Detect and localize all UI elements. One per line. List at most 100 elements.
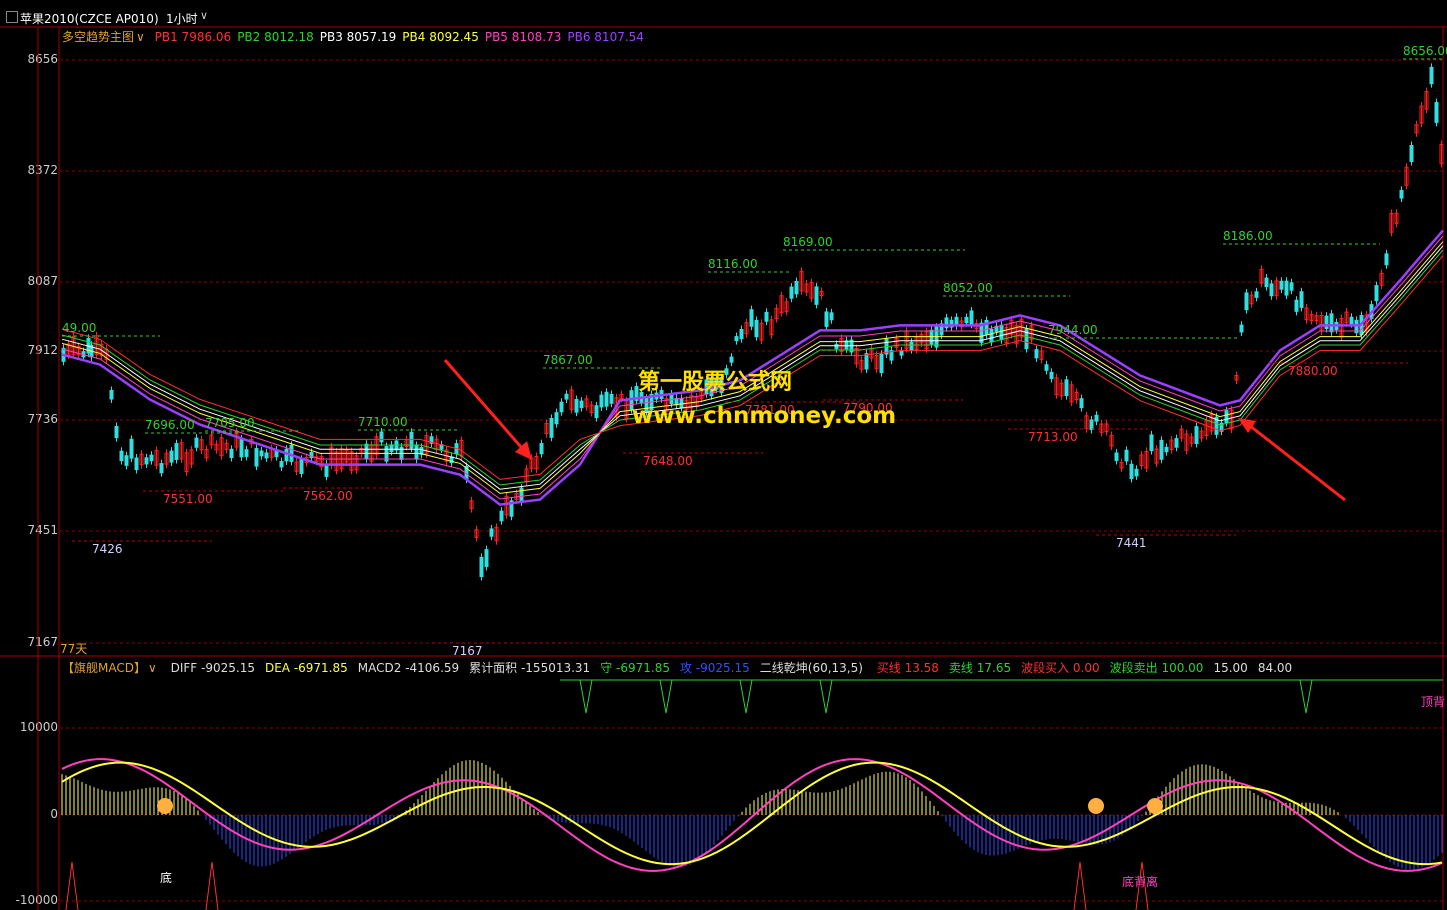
candle-body xyxy=(1244,292,1249,311)
high-price-label: 49.00 xyxy=(62,321,96,335)
candle-body xyxy=(794,280,799,295)
high-price-label: 8656.00 xyxy=(1403,44,1447,58)
divergence-annotation: 底背离 xyxy=(1122,874,1158,889)
candle-body xyxy=(134,457,139,471)
candle-body xyxy=(864,353,869,370)
candle-body xyxy=(599,394,604,408)
candle-body xyxy=(749,309,754,327)
candle-body xyxy=(144,457,149,465)
low-price-label: 7713.00 xyxy=(1028,430,1078,444)
candle-body xyxy=(129,438,134,459)
candle-body xyxy=(259,450,264,457)
candle-body xyxy=(929,329,934,345)
low-price-label: 7441 xyxy=(1116,536,1147,550)
candle-body xyxy=(499,510,504,522)
candle-body xyxy=(194,437,199,448)
candle-body xyxy=(1064,379,1069,397)
candle-body xyxy=(324,463,329,477)
candle-body xyxy=(579,400,584,409)
candle-body xyxy=(299,458,304,474)
candle-body xyxy=(1149,434,1154,452)
candle-body xyxy=(1434,102,1439,123)
emoji-face-icon xyxy=(157,798,173,814)
candle-body xyxy=(1159,439,1164,460)
candle-body xyxy=(1124,449,1129,462)
watermark-title: 第一股票公式网 xyxy=(638,370,793,395)
candle-body xyxy=(754,319,759,338)
candle-body xyxy=(1239,324,1244,333)
candle-body xyxy=(609,393,614,404)
trading-chart-window: 苹果2010(CZCE AP010) 1小时 ∨ 多空趋势主图 ∨ PB1 798… xyxy=(0,0,1447,910)
sell-signal-notch xyxy=(579,679,593,714)
candle-body xyxy=(739,328,744,340)
candle-body xyxy=(909,341,914,351)
candle-body xyxy=(604,391,609,407)
candle-body xyxy=(119,450,124,461)
candle-body xyxy=(554,412,559,425)
candle-body xyxy=(364,443,369,460)
buy-signal-spike xyxy=(205,861,219,910)
high-price-label: 8116.00 xyxy=(708,257,758,271)
candle-body xyxy=(549,418,554,438)
high-price-label: 7944.00 xyxy=(1048,323,1098,337)
candle-body xyxy=(229,448,234,458)
candle-body xyxy=(289,444,294,462)
candle-body xyxy=(824,311,829,327)
candle-body xyxy=(1034,349,1039,359)
candle-body xyxy=(574,398,579,413)
candle-body xyxy=(1224,410,1229,424)
candle-body xyxy=(734,336,739,342)
high-price-label: 7705.00 xyxy=(205,416,255,430)
candle-body xyxy=(254,448,259,467)
high-price-label: 7710.00 xyxy=(358,415,408,429)
candle-body xyxy=(1384,253,1389,266)
candle-body xyxy=(414,445,419,460)
dea-line xyxy=(61,761,1443,866)
arrow-right-line xyxy=(1244,420,1346,502)
low-price-label: 7167 xyxy=(452,644,483,658)
high-price-label: 8169.00 xyxy=(783,235,833,249)
candle-body xyxy=(1284,280,1289,296)
candle-body xyxy=(814,286,819,305)
candle-body xyxy=(1254,291,1259,298)
candle-body xyxy=(1279,280,1284,290)
candle-body xyxy=(1294,299,1299,312)
candle-body xyxy=(559,401,564,413)
buy-signal-spike xyxy=(1073,861,1087,910)
candle-body xyxy=(789,286,794,299)
candle-body xyxy=(1079,398,1084,409)
candle-body xyxy=(1164,446,1169,453)
emoji-face-icon xyxy=(1147,798,1163,814)
candle-body xyxy=(964,316,969,324)
low-price-label: 7551.00 xyxy=(163,492,213,506)
candle-body xyxy=(539,443,544,455)
candle-body xyxy=(484,549,489,567)
sell-signal-notch xyxy=(819,679,833,714)
watermark-url: www.chnmoney.com xyxy=(632,403,897,429)
candle-body xyxy=(1174,438,1179,448)
price-chart-canvas[interactable]: 49.00 7696.00 7705.00 7710.00 7867.00 8116.00… xyxy=(0,0,1447,910)
candle-body xyxy=(124,455,129,466)
candle-body xyxy=(564,393,569,400)
candle-body xyxy=(1049,371,1054,379)
candle-body xyxy=(1264,277,1269,288)
candle-body xyxy=(379,431,384,443)
candle-body xyxy=(239,438,244,458)
buy-signal-spike xyxy=(65,861,79,910)
candle-body xyxy=(1129,463,1134,480)
candle-body xyxy=(1429,66,1434,85)
low-price-label: 7648.00 xyxy=(643,454,693,468)
candle-body xyxy=(1289,282,1294,291)
candle-body xyxy=(264,452,269,459)
candle-body xyxy=(244,449,249,457)
high-price-label: 8186.00 xyxy=(1223,229,1273,243)
candle-body xyxy=(834,343,839,350)
candle-body xyxy=(1299,291,1304,308)
low-price-label: 7562.00 xyxy=(303,489,353,503)
candle-body xyxy=(729,356,734,363)
candle-body xyxy=(1329,313,1334,333)
low-price-label: 7426 xyxy=(92,542,123,556)
candle-body xyxy=(389,444,394,453)
candle-body xyxy=(479,556,484,578)
candle-body xyxy=(1374,285,1379,302)
